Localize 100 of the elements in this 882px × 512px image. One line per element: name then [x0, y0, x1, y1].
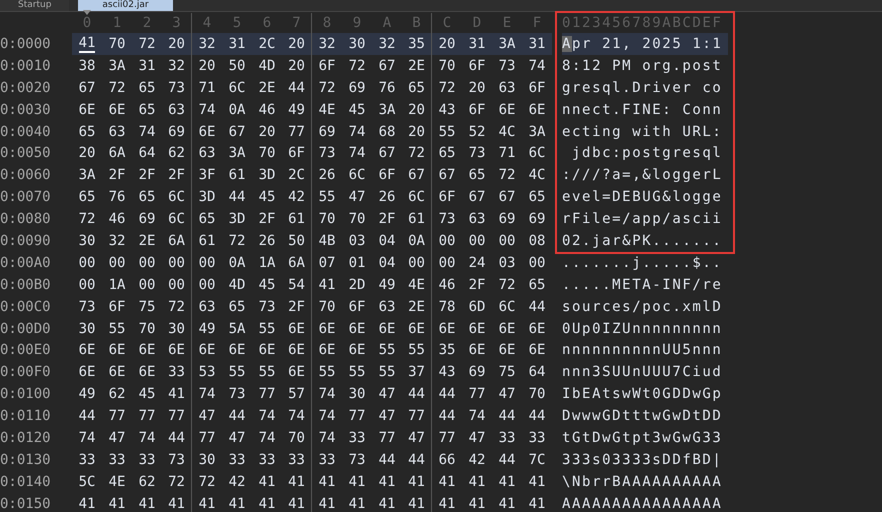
hex-byte: 04 — [378, 254, 396, 273]
hex-byte: 74 — [348, 122, 366, 142]
hex-byte: 67 — [438, 166, 456, 186]
hex-byte: 00 — [198, 276, 216, 295]
hex-byte: 6F — [528, 78, 546, 98]
hex-byte: 30 — [162, 318, 192, 340]
hex-byte: 55 — [228, 363, 246, 382]
hex-byte: 47 — [228, 428, 246, 448]
hex-byte: 6A — [108, 144, 126, 164]
file-tab[interactable]: Startup — [0, 0, 70, 11]
ascii-text: evel=DEBUG&logge — [562, 189, 722, 206]
hex-byte: 44 — [402, 383, 432, 406]
hex-byte: 00 — [438, 254, 456, 273]
ascii-text: nnect.FINE: Conn — [562, 102, 722, 118]
hex-byte: 46 — [258, 100, 276, 120]
hex-byte: 63 — [162, 98, 192, 121]
hex-byte: 55 — [258, 320, 276, 339]
hex-byte: 31 — [528, 34, 546, 54]
hex-byte: 74 — [258, 428, 276, 448]
hex-byte: 6C — [228, 78, 246, 98]
hex-byte: 20 — [162, 33, 192, 55]
hex-byte: 20 — [438, 34, 456, 54]
hex-byte: 20 — [282, 54, 312, 77]
hex-byte: 41 — [438, 494, 456, 512]
hex-byte: 55 — [318, 363, 336, 382]
hex-byte: 61 — [228, 166, 246, 186]
hex-byte: 64 — [138, 144, 156, 164]
hex-byte: 47 — [348, 188, 366, 208]
hex-byte: 76 — [108, 188, 126, 208]
hex-byte: 41 — [348, 494, 366, 512]
hex-byte: 00 — [162, 252, 192, 274]
hex-byte: 6E — [162, 339, 192, 362]
hex-byte: 65 — [528, 188, 546, 208]
hex-byte: 03 — [498, 254, 516, 273]
hex-byte: 1A — [258, 254, 276, 273]
hex-byte: 30 — [348, 385, 366, 404]
hex-byte: 2F — [378, 210, 396, 230]
hex-byte: 41 — [228, 494, 246, 512]
hex-byte: 41 — [258, 472, 276, 492]
ascii-text: sources/poc.xmlD — [562, 298, 722, 315]
hex-byte: 6E — [258, 341, 276, 360]
offset-label: 0:0060 — [0, 167, 52, 184]
offset-label: 0:0010 — [0, 58, 52, 74]
hex-byte: 4E — [318, 100, 336, 120]
hex-byte: 30 — [198, 450, 216, 470]
hex-byte: 65 — [138, 100, 156, 120]
hex-byte: 72 — [78, 210, 96, 230]
hex-byte: 55 — [108, 320, 126, 339]
hex-byte: 74 — [258, 407, 276, 426]
hex-byte: 33 — [258, 450, 276, 470]
column-header: 0 — [82, 14, 92, 33]
hex-byte: 2F — [162, 164, 192, 186]
hex-byte: 3A — [78, 166, 96, 186]
ascii-header: 0123456789ABCDEF — [562, 15, 722, 31]
hex-byte: 1A — [108, 276, 126, 295]
hex-byte: 6E — [498, 100, 516, 120]
hex-byte: 6C — [162, 208, 192, 230]
hex-byte: 6E — [108, 363, 126, 382]
offset-label: 0:0080 — [0, 211, 52, 228]
hex-byte: 6D — [468, 298, 486, 317]
hex-byte: 2F — [258, 210, 276, 230]
hex-byte: 72 — [402, 142, 432, 164]
hex-byte: 33 — [498, 428, 516, 448]
hex-byte: 73 — [162, 448, 192, 471]
hex-byte: 2C — [282, 164, 312, 186]
offset-label: 0:0130 — [0, 452, 52, 468]
hex-byte: 6E — [198, 122, 216, 142]
hex-byte: 70 — [528, 385, 546, 404]
hex-byte: 77 — [438, 428, 456, 448]
hex-byte: 41 — [348, 472, 366, 492]
hex-byte: 2E — [138, 232, 156, 251]
column-header: 5 — [232, 14, 242, 33]
hex-byte: 49 — [378, 276, 396, 295]
hex-byte: 2E — [402, 54, 432, 77]
hex-byte: 6C — [162, 186, 192, 208]
hex-byte: 73 — [498, 56, 516, 76]
hex-byte: 67 — [402, 164, 432, 186]
hex-byte: 65 — [402, 76, 432, 99]
hex-byte: 45 — [258, 276, 276, 295]
hex-byte: 77 — [402, 405, 432, 428]
hex-byte: 44 — [438, 385, 456, 404]
hex-byte: 69 — [138, 210, 156, 230]
offset-label: 0:00C0 — [0, 298, 52, 315]
ascii-text: :///?a=,&loggerL — [562, 167, 722, 184]
hex-byte: 44 — [498, 407, 516, 426]
hex-byte: 4B — [318, 232, 336, 251]
hex-byte: 61 — [402, 208, 432, 230]
hex-byte: 3D — [228, 210, 246, 230]
ascii-text: 02.jar&PK....... — [562, 232, 722, 249]
hex-byte: 74 — [198, 385, 216, 404]
hex-byte: 6A — [282, 252, 312, 274]
hex-byte: 6E — [78, 100, 96, 120]
ascii-text: 8:12 PM org.post — [562, 58, 722, 74]
hex-byte: 41 — [258, 494, 276, 512]
hex-byte: 3F — [198, 166, 216, 186]
hex-byte: 72 — [228, 232, 246, 251]
hex-byte: 6E — [378, 320, 396, 339]
offset-label: 0:0100 — [0, 386, 52, 402]
file-tab[interactable]: ascii02.jar — [78, 0, 173, 11]
hex-byte: 01 — [348, 254, 366, 273]
